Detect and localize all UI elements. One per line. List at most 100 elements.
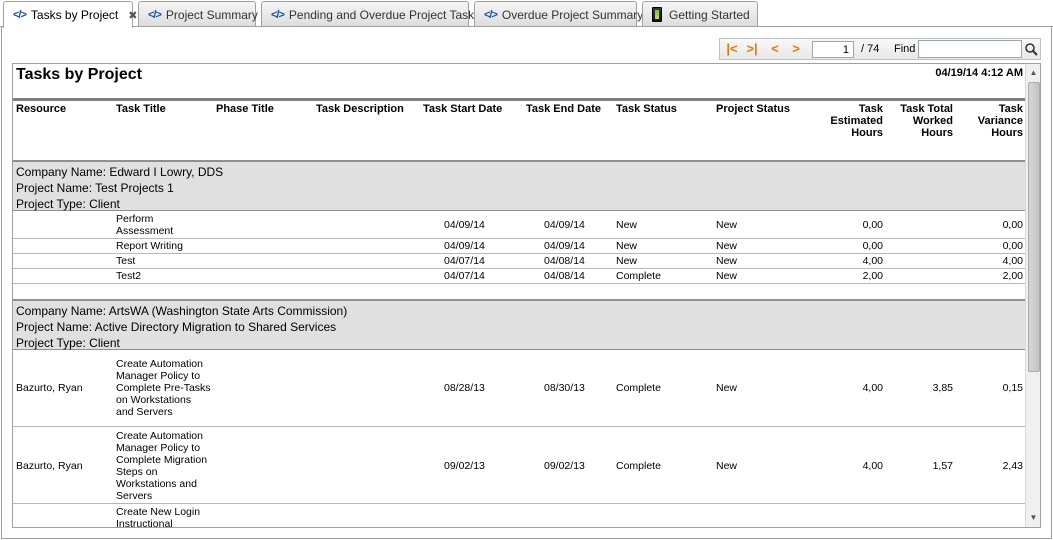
- task-title: Create Automation Manager Policy to Comp…: [116, 430, 207, 502]
- project-type: Project Type: Client: [16, 197, 120, 211]
- task-title-line: Servers: [116, 490, 153, 502]
- task-title-line: Manager Policy to: [116, 370, 201, 382]
- col-variance-line: Variance: [977, 115, 1023, 127]
- task-start-date: 04/09/14: [444, 240, 485, 252]
- project-name: Project Name: Test Projects 1: [16, 181, 174, 195]
- table-row: Create New Login Instructional: [13, 504, 1025, 528]
- task-title-line: on Workstations: [116, 394, 192, 406]
- close-icon[interactable]: ✖: [128, 9, 137, 22]
- col-worked-hours: Task Total Worked Hours: [883, 103, 953, 139]
- col-variance-hours: Task Variance Hours: [953, 103, 1023, 139]
- estimated-hours: 4,00: [862, 460, 883, 472]
- scrollbar-thumb[interactable]: [1028, 82, 1040, 372]
- table-row: Report Writing 04/09/14 04/09/14 New New…: [13, 239, 1025, 254]
- project-status: New: [716, 270, 738, 282]
- task-title-line: Create Automation: [116, 430, 203, 442]
- task-title: Test: [116, 255, 136, 267]
- col-estimated-line: Task: [858, 103, 883, 115]
- task-end-date: 09/02/13: [544, 460, 585, 472]
- project-status: New: [716, 255, 738, 267]
- next-page-icon[interactable]: >: [787, 41, 805, 57]
- code-icon: </>: [13, 9, 27, 21]
- code-icon: </>: [148, 8, 162, 21]
- task-title-line: and Servers: [116, 406, 173, 418]
- variance-hours: 2,00: [1002, 270, 1023, 282]
- task-title: Create New Login Instructional: [116, 506, 200, 528]
- table-row: Test2 04/07/14 04/08/14 Complete New 2,0…: [13, 269, 1025, 284]
- estimated-hours: 0,00: [862, 240, 883, 252]
- task-start-date: 04/07/14: [444, 270, 485, 282]
- table-row: Bazurto, Ryan Create Automation Manager …: [13, 350, 1025, 427]
- report-timestamp: 04/19/14 4:12 AM: [935, 67, 1023, 79]
- task-start-date: 04/07/14: [444, 255, 485, 267]
- resource: Bazurto, Ryan: [16, 460, 83, 472]
- tab-label: Pending and Overdue Project Tasks: [288, 7, 481, 22]
- col-phase-title: Phase Title: [216, 103, 274, 115]
- first-page-icon[interactable]: |<: [723, 41, 741, 57]
- col-task-status: Task Status: [616, 103, 677, 115]
- last-page-icon[interactable]: >|: [743, 41, 761, 57]
- project-type: Project Type: Client: [16, 336, 120, 350]
- worked-hours: 3,85: [932, 382, 953, 394]
- table-row: Bazurto, Ryan Create Automation Manager …: [13, 427, 1025, 504]
- task-title-line: Instructional: [116, 518, 173, 528]
- tab-label: Getting Started: [669, 7, 750, 22]
- tab-overdue-project-summary[interactable]: </> Overdue Project Summary: [474, 1, 643, 27]
- getting-started-icon: [652, 7, 662, 22]
- task-title-line: Workstations and: [116, 478, 197, 490]
- scroll-up-icon[interactable]: ▲: [1029, 68, 1038, 77]
- project-status: New: [716, 240, 738, 252]
- variance-hours: 0,00: [1002, 219, 1023, 231]
- estimated-hours: 2,00: [862, 270, 883, 282]
- col-project-status: Project Status: [716, 103, 790, 115]
- find-input[interactable]: [918, 40, 1022, 58]
- col-worked-line: Worked: [912, 115, 953, 127]
- tab-pending-and-overdue-project-tasks[interactable]: </> Pending and Overdue Project Tasks: [261, 1, 480, 27]
- task-status: New: [616, 219, 638, 231]
- col-task-title: Task Title: [116, 103, 166, 115]
- tab-label: Tasks by Project: [30, 8, 119, 22]
- task-title: Report Writing: [116, 240, 183, 252]
- task-title-line: Create Automation: [116, 358, 203, 370]
- page-number-input[interactable]: [812, 41, 854, 58]
- task-end-date: 04/09/14: [544, 219, 585, 231]
- variance-hours: 0,15: [1002, 382, 1023, 394]
- tab-label: Overdue Project Summary: [501, 7, 644, 22]
- tab-bar: </> Tasks by Project ✖ </> Project Summa…: [0, 0, 1053, 28]
- col-worked-line: Hours: [921, 127, 953, 139]
- task-title: Test2: [116, 270, 142, 282]
- col-variance-line: Task: [998, 103, 1023, 115]
- search-icon[interactable]: [1024, 41, 1038, 57]
- variance-hours: 4,00: [1002, 255, 1023, 267]
- col-estimated-line: Estimated: [830, 115, 883, 127]
- task-title-line: Steps on: [116, 466, 158, 478]
- col-estimated-hours: Task Estimated Hours: [813, 103, 883, 139]
- vertical-scrollbar[interactable]: ▲ ▼: [1025, 64, 1040, 527]
- tab-getting-started[interactable]: Getting Started: [642, 1, 758, 27]
- task-title: Perform Assessment: [116, 213, 173, 237]
- col-worked-line: Task Total: [900, 103, 953, 115]
- estimated-hours: 4,00: [862, 382, 883, 394]
- task-title-line: Complete Migration: [116, 454, 208, 466]
- estimated-hours: 0,00: [862, 219, 883, 231]
- tab-label: Project Summary: [165, 7, 258, 22]
- project-group-header: Company Name: Edward I Lowry, DDS Projec…: [13, 160, 1025, 211]
- company-name: Company Name: Edward I Lowry, DDS: [16, 165, 224, 179]
- col-estimated-line: Hours: [851, 127, 883, 139]
- tab-project-summary[interactable]: </> Project Summary: [138, 1, 258, 27]
- scroll-down-icon[interactable]: ▼: [1029, 513, 1038, 522]
- col-task-description: Task Description: [316, 103, 404, 115]
- header-rule: [13, 98, 1025, 101]
- report-content: Tasks by Project 04/19/14 4:12 AM Resour…: [13, 64, 1025, 528]
- task-title-line: Manager Policy to: [116, 442, 201, 454]
- project-group-header: Company Name: ArtsWA (Washington State A…: [13, 299, 1025, 350]
- col-task-end-date: Task End Date: [526, 103, 601, 115]
- project-status: New: [716, 382, 738, 394]
- task-title-line: Perform: [116, 213, 154, 225]
- task-end-date: 04/08/14: [544, 270, 585, 282]
- project-name: Project Name: Active Directory Migration…: [16, 320, 337, 334]
- prev-page-icon[interactable]: <: [766, 41, 784, 57]
- find-label: Find: [894, 43, 916, 55]
- tab-tasks-by-project[interactable]: </> Tasks by Project ✖: [3, 1, 138, 28]
- task-status: Complete: [616, 460, 661, 472]
